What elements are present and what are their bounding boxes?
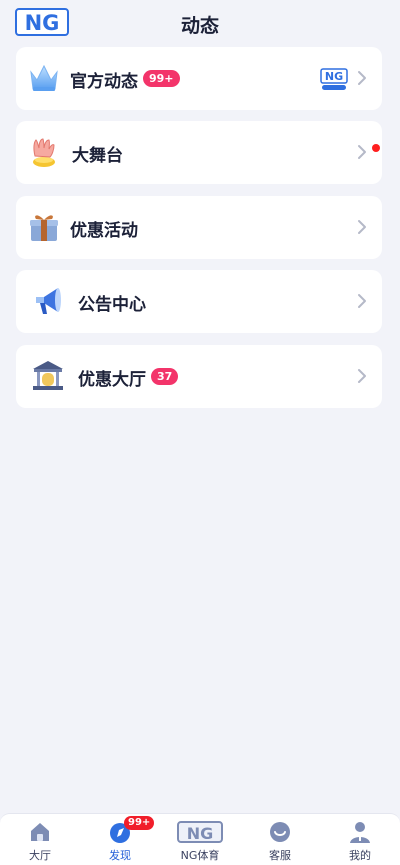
menu-item-promotions[interactable]: 优惠活动 [16,196,382,259]
menu-item-label: 大舞台 [72,146,123,166]
crown-icon [30,64,58,91]
chevron-right-icon [358,145,366,159]
chevron-right-icon [358,294,366,308]
chevron-right-icon [358,369,366,383]
gift-box-icon [30,215,58,241]
notification-badge: 37 [151,368,179,385]
megaphone-icon [36,288,61,314]
tab-discover[interactable]: 99+ 发现 [80,814,160,865]
menu-item-big-stage[interactable]: 大舞台 [16,121,382,184]
notification-badge: 99+ [124,816,155,830]
notification-badge: 99+ [143,70,180,87]
svg-text:NG: NG [325,70,343,83]
tab-mine[interactable]: 我的 [320,814,400,865]
chevron-right-icon [358,71,366,85]
tab-label: NG体育 [180,849,220,862]
hall-building-icon [33,361,63,390]
tab-label: 客服 [269,849,291,862]
unread-dot [372,144,380,152]
chevron-right-icon [358,220,366,234]
menu-item-official-news[interactable]: 官方动态 99+ NG [16,47,382,110]
page-title: 动态 [180,15,219,37]
menu-item-label: 优惠活动 [70,221,138,241]
tab-customer-service[interactable]: 客服 [240,814,320,865]
menu-item-label: 公告中心 [78,295,146,315]
tab-lobby[interactable]: 大厅 [0,814,80,865]
ng-logo-icon: NG [320,68,348,90]
top-header: NG 动态 [0,0,400,46]
tab-label: 我的 [349,849,371,862]
menu-item-announcements[interactable]: 公告中心 [16,270,382,333]
menu-item-label: 官方动态 [70,72,138,92]
menu-item-label: 优惠大厅 [78,370,146,390]
tab-ng-sports[interactable]: NG NG体育 [160,814,240,865]
svg-text:NG: NG [187,824,214,843]
tab-label: 发现 [109,849,131,862]
support-icon [270,822,290,842]
ng-logo-icon: NG [177,821,223,843]
tab-label: 大厅 [29,849,51,862]
menu-item-promo-hall[interactable]: 优惠大厅 37 [16,345,382,408]
bottom-tab-bar: 大厅 99+ 发现 NG NG体育 客服 我的 [0,813,400,865]
home-icon [31,823,49,841]
user-icon [350,822,370,843]
stage-hand-icon [33,138,55,167]
